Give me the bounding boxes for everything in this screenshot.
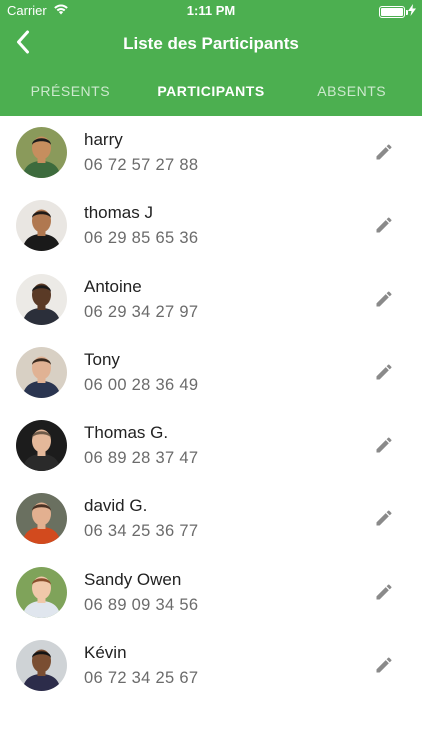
participant-name: Tony [84, 349, 120, 369]
tab-presents[interactable]: PRÉSENTS [0, 66, 141, 116]
participant-phone: 06 34 25 36 77 [84, 522, 199, 541]
edit-button[interactable] [374, 655, 396, 677]
tab-participants[interactable]: PARTICIPANTS [141, 66, 282, 116]
pencil-icon [374, 217, 394, 239]
avatar [16, 566, 67, 618]
pencil-icon [374, 657, 394, 679]
participant-row[interactable]: Thomas G. 06 89 28 37 47 [0, 409, 422, 482]
avatar [16, 273, 67, 325]
nav-bar: Liste des Participants [0, 22, 422, 66]
battery-icon [379, 5, 408, 18]
edit-button[interactable] [374, 142, 396, 164]
participant-phone: 06 72 57 27 88 [84, 156, 199, 174]
edit-button[interactable] [374, 435, 396, 457]
pencil-icon [374, 437, 394, 459]
pencil-icon [374, 144, 394, 166]
app-header: Carrier 1:11 PM Liste des Participants P… [0, 0, 422, 116]
participant-name: david G. [84, 496, 148, 516]
status-right [379, 4, 416, 19]
participant-name: Antoine [84, 276, 142, 296]
tab-bar: PRÉSENTS PARTICIPANTS ABSENTS [0, 66, 422, 116]
bolt-icon [408, 4, 416, 19]
participant-name: thomas J [84, 203, 153, 223]
pencil-icon [374, 584, 394, 606]
participant-name: harry [84, 130, 123, 149]
chevron-left-icon [16, 30, 30, 59]
participant-phone: 06 89 09 34 56 [84, 595, 199, 614]
participant-phone: 06 89 28 37 47 [84, 449, 199, 468]
pencil-icon [374, 510, 394, 532]
participant-name: Kévin [84, 643, 127, 663]
avatar [16, 493, 67, 545]
avatar [16, 640, 67, 692]
participant-row[interactable]: Tony 06 00 28 36 49 [0, 336, 422, 409]
participant-name: Sandy Owen [84, 569, 182, 589]
participant-phone: 06 00 28 36 49 [84, 375, 199, 394]
participant-name: Thomas G. [84, 423, 169, 443]
edit-button[interactable] [374, 289, 396, 311]
participant-row[interactable]: harry 06 72 57 27 88 [0, 116, 422, 189]
edit-button[interactable] [374, 508, 396, 530]
edit-button[interactable] [374, 362, 396, 384]
participant-phone: 06 72 34 25 67 [84, 669, 199, 688]
avatar [16, 420, 67, 472]
participant-row[interactable]: david G. 06 34 25 36 77 [0, 482, 422, 555]
participant-row[interactable]: thomas J 06 29 85 65 36 [0, 189, 422, 262]
participant-phone: 06 29 34 27 97 [84, 302, 199, 321]
avatar [16, 127, 67, 178]
participant-row[interactable]: Sandy Owen 06 89 09 34 56 [0, 556, 422, 629]
pencil-icon [374, 291, 394, 313]
back-button[interactable] [6, 28, 40, 60]
page-title: Liste des Participants [123, 34, 299, 53]
avatar [16, 346, 67, 398]
participant-row[interactable]: Antoine 06 29 34 27 97 [0, 263, 422, 336]
battery-level [381, 7, 403, 16]
edit-button[interactable] [374, 582, 396, 604]
battery-cap [406, 9, 408, 15]
status-time: 1:11 PM [186, 3, 236, 18]
participant-row[interactable]: Kévin 06 72 34 25 67 [0, 629, 422, 702]
tab-absents[interactable]: ABSENTS [281, 66, 422, 116]
participant-list: harry 06 72 57 27 88 thomas J 06 29 85 6… [0, 116, 422, 702]
edit-button[interactable] [374, 215, 396, 237]
avatar [16, 200, 67, 252]
participant-phone: 06 29 85 65 36 [84, 229, 199, 248]
pencil-icon [374, 364, 394, 386]
status-bar: Carrier 1:11 PM [0, 0, 422, 22]
